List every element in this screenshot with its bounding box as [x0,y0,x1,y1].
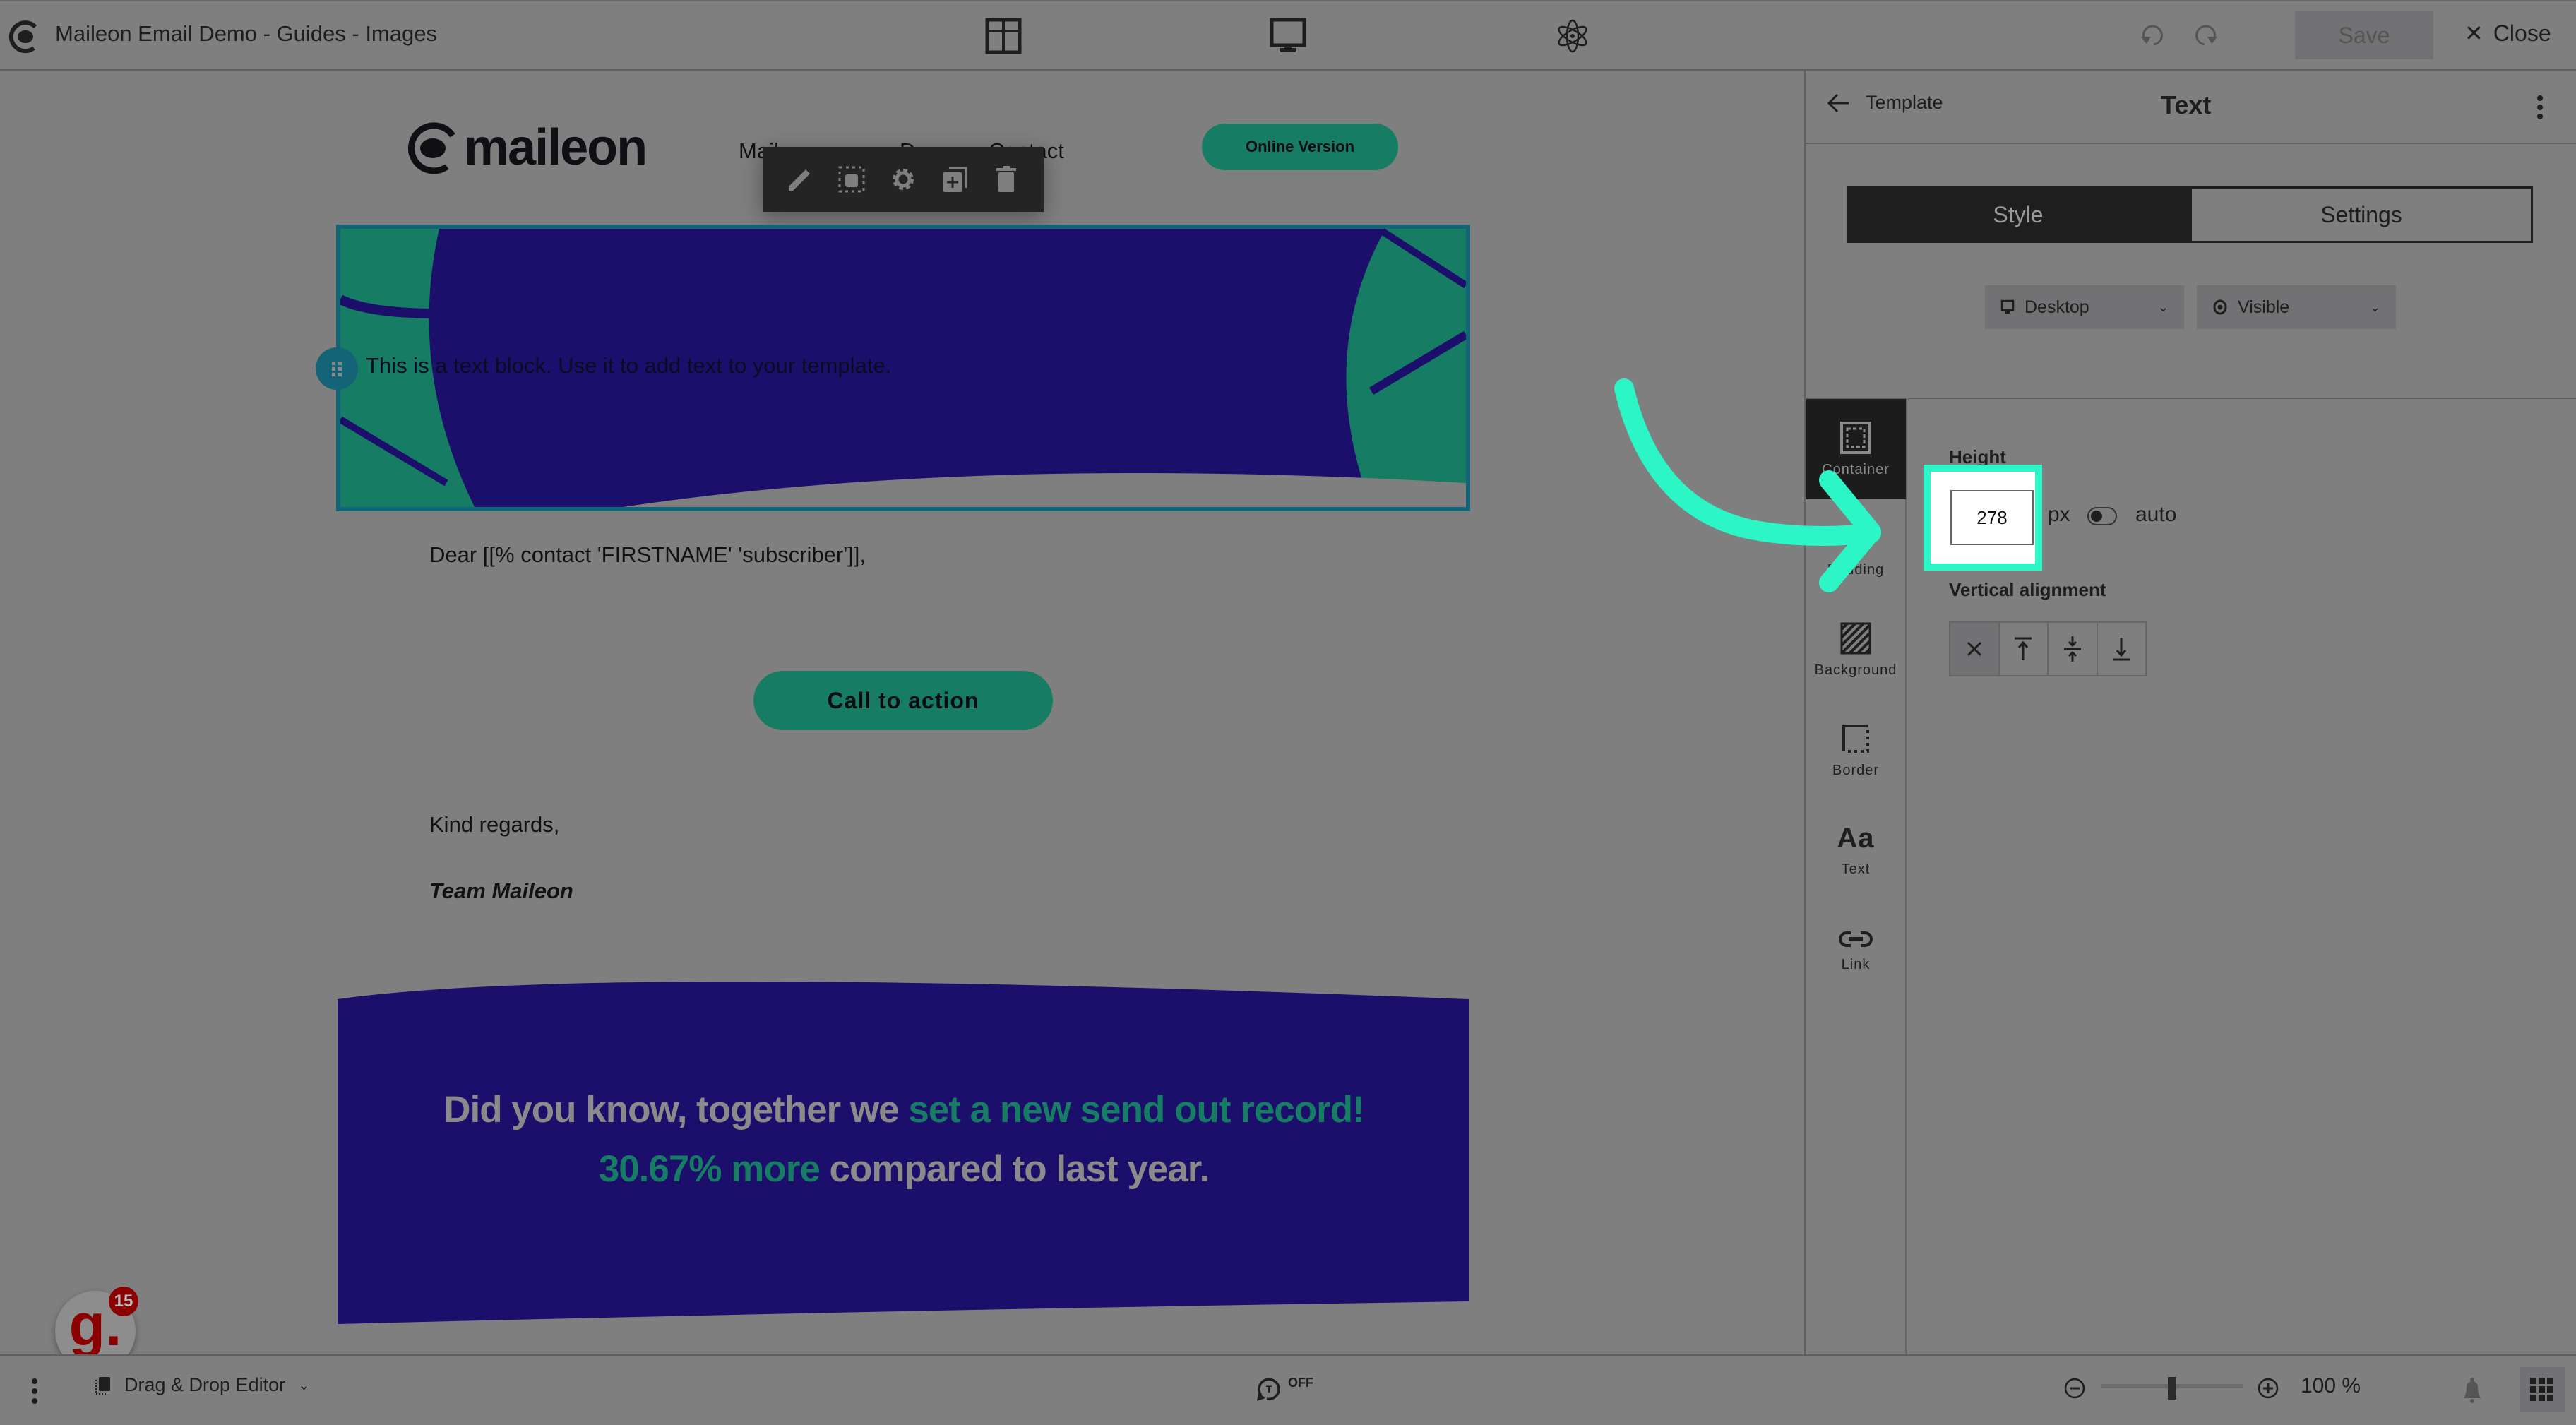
rail-item-border[interactable]: Border [1806,700,1906,800]
delete-icon[interactable] [991,164,1022,195]
eye-icon [2213,299,2227,315]
email-logo: maileon [406,119,648,177]
container-icon [1840,421,1871,454]
chevron-down-icon: ⌄ [298,1378,310,1393]
text-aa-icon: Aa [1837,823,1875,854]
rail-item-label: Padding [1827,561,1885,578]
more-options-icon[interactable] [2535,95,2545,120]
tab-settings[interactable]: Settings [2190,186,2533,243]
toggle-knob [2091,511,2102,522]
x-icon [1967,641,1981,657]
chevron-down-icon: ⌄ [2369,299,2380,314]
height-input[interactable] [1950,490,2034,545]
rail-item-text[interactable]: Aa Text [1806,800,1906,900]
panel-title: Text [2161,90,2212,119]
rail-item-label: Text [1841,861,1871,877]
email-logo-text: maileon [464,119,648,176]
atom-icon[interactable] [1554,17,1592,55]
close-label: Close [2493,20,2551,46]
app-title: Maileon Email Demo - Guides - Images [55,21,437,46]
apps-grid-icon [2530,1378,2553,1401]
rail-item-link[interactable]: Link [1806,900,1906,1001]
signature-text[interactable]: Team Maileon [429,878,573,904]
valign-none-button[interactable] [1950,623,2000,675]
link-icon [1839,931,1873,947]
online-version-button[interactable]: Online Version [1202,124,1398,170]
promo-text[interactable]: Did you know, together we set a new send… [395,1080,1412,1199]
device-select[interactable]: Desktop ⌄ [1985,285,2184,329]
divider [1804,398,2576,399]
tab-style[interactable]: Style [1847,186,2190,243]
redo-icon[interactable] [2192,21,2220,49]
chevron-down-icon: ⌄ [2157,299,2169,314]
rail-item-background[interactable]: Background [1806,600,1906,700]
drag-handle-icon[interactable] [316,347,358,390]
zoom-value: 100 % [2301,1374,2361,1397]
rail-item-label: Background [1814,662,1897,678]
align-middle-icon [2063,636,2081,662]
editor-mode-select[interactable]: Drag & Drop Editor ⌄ [95,1374,310,1396]
device-select-value: Desktop [2025,297,2089,317]
layout-grid-icon[interactable] [984,17,1022,55]
autosave-toggle[interactable]: T OFF [1256,1376,1313,1402]
arrow-left-icon [1827,93,1849,112]
align-top-icon [2015,637,2032,660]
padding-icon [1847,522,1871,549]
autosave-state: OFF [1288,1376,1313,1390]
promo-text-part: Did you know, together we [443,1089,909,1131]
closing-text[interactable]: Kind regards, [429,812,559,837]
rail-item-container[interactable]: Container [1806,399,1906,499]
visibility-select-value: Visible [2238,297,2290,317]
duplicate-icon[interactable] [939,164,970,195]
hero-text[interactable]: This is a text block. Use it to add text… [366,353,891,378]
rail-item-label: Border [1832,762,1880,778]
block-toolbar [763,147,1044,212]
auto-label: auto [2135,503,2177,526]
desktop-icon [2000,299,2015,314]
apps-grid-button[interactable] [2520,1367,2565,1412]
back-label: Template [1866,92,1943,113]
vertical-alignment-group [1949,621,2147,676]
desktop-preview-icon[interactable] [1269,17,1307,55]
close-icon: ✕ [2464,20,2483,46]
save-button[interactable]: Save [2295,11,2433,59]
rail-item-label: Link [1841,956,1871,972]
height-unit-label: px [2048,503,2070,526]
maileon-logo-icon [7,18,42,54]
edit-icon[interactable] [785,164,816,195]
back-to-template-link[interactable]: Template [1826,92,1943,114]
editor-mode-label: Drag & Drop Editor [124,1374,286,1395]
zoom-in-icon[interactable] [2257,1377,2279,1403]
auto-height-toggle[interactable] [2087,507,2117,525]
background-icon [1840,622,1871,654]
select-parent-icon[interactable] [836,164,867,195]
more-options-icon[interactable] [30,1377,40,1405]
zoom-slider-thumb[interactable] [2168,1377,2176,1400]
svg-text:T: T [1266,1383,1272,1395]
vertical-alignment-label: Vertical alignment [1949,579,2106,600]
close-button[interactable]: ✕ Close [2464,20,2551,47]
call-to-action-button[interactable]: Call to action [753,671,1053,730]
greeting-text[interactable]: Dear [[% contact 'FIRSTNAME' 'subscriber… [429,542,866,568]
promo-text-part: compared to last year. [819,1148,1210,1190]
align-bottom-icon [2113,638,2130,661]
settings-icon[interactable] [888,164,919,195]
undo-icon[interactable] [2138,21,2166,49]
rail-item-label: Container [1822,461,1890,477]
valign-top-button[interactable] [2000,623,2049,675]
valign-bottom-button[interactable] [2098,623,2146,675]
maileon-at-icon [408,122,455,174]
valign-middle-button[interactable] [2049,623,2098,675]
properties-panel [1804,71,2576,1354]
autosave-icon: T [1257,1378,1280,1401]
guide-count-badge: 15 [109,1287,138,1316]
editor-icon [95,1376,110,1395]
zoom-out-icon[interactable] [2063,1377,2086,1403]
visibility-select[interactable]: Visible ⌄ [2197,285,2396,329]
border-icon [1842,724,1869,753]
rail-item-padding[interactable]: Padding [1806,499,1906,600]
notification-bell-icon[interactable] [2460,1376,2484,1407]
